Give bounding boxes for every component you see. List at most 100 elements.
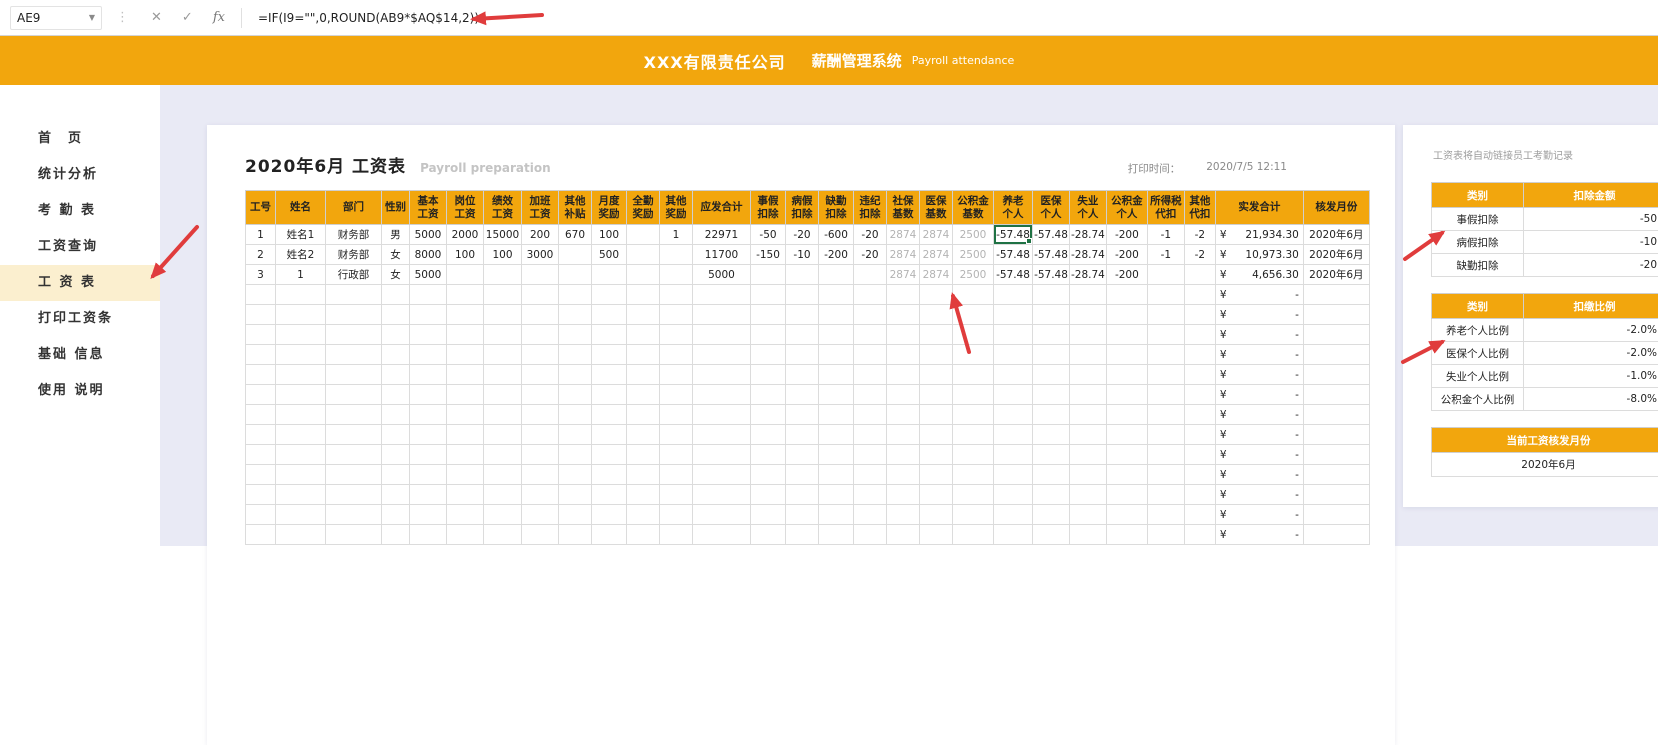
table-cell[interactable] bbox=[854, 365, 887, 385]
table-cell[interactable] bbox=[522, 265, 559, 285]
table-cell[interactable] bbox=[819, 265, 854, 285]
table-cell[interactable] bbox=[854, 265, 887, 285]
table-cell[interactable] bbox=[751, 325, 786, 345]
table-cell[interactable] bbox=[410, 445, 447, 465]
table-cell[interactable] bbox=[920, 305, 953, 325]
table-cell[interactable] bbox=[1184, 505, 1215, 525]
table-cell[interactable] bbox=[1106, 445, 1147, 465]
table-cell[interactable] bbox=[660, 525, 693, 545]
table-cell[interactable] bbox=[1184, 445, 1215, 465]
table-cell[interactable] bbox=[627, 265, 660, 285]
table-cell[interactable] bbox=[660, 405, 693, 425]
table-cell[interactable] bbox=[559, 465, 592, 485]
table-cell[interactable] bbox=[1070, 485, 1107, 505]
table-cell[interactable]: -150 bbox=[751, 245, 786, 265]
table-cell[interactable] bbox=[592, 265, 627, 285]
sidebar-item[interactable]: 打印工资条 bbox=[0, 301, 160, 337]
table-cell[interactable]: -20 bbox=[786, 225, 819, 245]
table-cell[interactable] bbox=[819, 325, 854, 345]
table-cell[interactable]: 3000 bbox=[522, 245, 559, 265]
table-cell[interactable]: -20 bbox=[854, 225, 887, 245]
table-cell[interactable] bbox=[854, 325, 887, 345]
table-cell[interactable] bbox=[887, 345, 920, 365]
table-cell[interactable] bbox=[1303, 365, 1369, 385]
table-cell[interactable] bbox=[559, 285, 592, 305]
table-cell[interactable] bbox=[1070, 405, 1107, 425]
table-cell[interactable] bbox=[627, 385, 660, 405]
table-cell[interactable]: -200 bbox=[819, 245, 854, 265]
table-cell[interactable] bbox=[447, 505, 484, 525]
table-cell[interactable] bbox=[484, 485, 522, 505]
table-cell[interactable] bbox=[627, 325, 660, 345]
table-cell[interactable] bbox=[592, 345, 627, 365]
table-cell[interactable] bbox=[1070, 505, 1107, 525]
table-cell[interactable] bbox=[382, 385, 410, 405]
table-cell[interactable] bbox=[326, 425, 382, 445]
table-cell[interactable] bbox=[246, 285, 276, 305]
table-cell[interactable] bbox=[1106, 465, 1147, 485]
table-cell[interactable] bbox=[920, 385, 953, 405]
table-cell[interactable] bbox=[276, 325, 326, 345]
table-cell[interactable]: -1 bbox=[1147, 225, 1184, 245]
table-cell[interactable] bbox=[1033, 325, 1070, 345]
table-cell[interactable] bbox=[410, 465, 447, 485]
sidebar-item[interactable]: 工 资 表 bbox=[0, 265, 160, 301]
sidebar-item[interactable]: 使用 说明 bbox=[0, 373, 160, 409]
table-cell[interactable]: 2 bbox=[246, 245, 276, 265]
table-cell[interactable] bbox=[854, 465, 887, 485]
table-cell[interactable] bbox=[484, 405, 522, 425]
table-cell[interactable] bbox=[786, 425, 819, 445]
table-cell[interactable]: 2874 bbox=[887, 225, 920, 245]
table-cell[interactable] bbox=[994, 525, 1033, 545]
table-cell[interactable] bbox=[751, 465, 786, 485]
table-cell[interactable]: ¥- bbox=[1215, 465, 1303, 485]
table-cell[interactable]: -28.74 bbox=[1070, 265, 1107, 285]
table-cell[interactable] bbox=[592, 365, 627, 385]
table-cell[interactable] bbox=[246, 465, 276, 485]
table-cell[interactable] bbox=[627, 225, 660, 245]
table-cell[interactable] bbox=[1303, 285, 1369, 305]
table-cell[interactable] bbox=[786, 365, 819, 385]
table-cell[interactable] bbox=[751, 425, 786, 445]
table-cell[interactable] bbox=[522, 305, 559, 325]
table-cell[interactable] bbox=[1147, 305, 1184, 325]
table-cell[interactable] bbox=[920, 425, 953, 445]
table-cell[interactable]: -1.0% bbox=[1524, 365, 1658, 388]
table-cell[interactable]: -57.48 bbox=[1033, 265, 1070, 285]
table-cell[interactable] bbox=[819, 305, 854, 325]
table-cell[interactable]: -57.48 bbox=[1033, 245, 1070, 265]
table-cell[interactable] bbox=[1070, 425, 1107, 445]
cancel-icon[interactable]: ✕ bbox=[151, 10, 162, 25]
table-cell[interactable] bbox=[326, 505, 382, 525]
table-cell[interactable] bbox=[994, 505, 1033, 525]
table-cell[interactable] bbox=[592, 445, 627, 465]
table-cell[interactable] bbox=[1106, 485, 1147, 505]
table-cell[interactable] bbox=[854, 345, 887, 365]
table-cell[interactable] bbox=[887, 505, 920, 525]
table-cell[interactable] bbox=[819, 345, 854, 365]
table-cell[interactable] bbox=[920, 365, 953, 385]
table-cell[interactable] bbox=[693, 345, 751, 365]
table-cell[interactable] bbox=[627, 525, 660, 545]
table-cell[interactable]: 姓名1 bbox=[276, 225, 326, 245]
table-cell[interactable]: -2.0% bbox=[1524, 342, 1658, 365]
table-cell[interactable] bbox=[1033, 405, 1070, 425]
table-cell[interactable] bbox=[751, 265, 786, 285]
table-cell[interactable]: ¥- bbox=[1215, 505, 1303, 525]
table-cell[interactable] bbox=[326, 485, 382, 505]
table-cell[interactable] bbox=[382, 465, 410, 485]
table-cell[interactable]: 2500 bbox=[953, 265, 994, 285]
table-cell[interactable] bbox=[953, 445, 994, 465]
table-cell[interactable] bbox=[1184, 305, 1215, 325]
table-cell[interactable] bbox=[953, 505, 994, 525]
table-cell[interactable] bbox=[953, 425, 994, 445]
table-cell[interactable]: 5000 bbox=[410, 265, 447, 285]
table-cell[interactable] bbox=[953, 285, 994, 305]
table-cell[interactable]: 事假扣除 bbox=[1432, 208, 1524, 231]
table-cell[interactable] bbox=[751, 485, 786, 505]
table-cell[interactable]: 2500 bbox=[953, 245, 994, 265]
table-cell[interactable] bbox=[1070, 325, 1107, 345]
table-cell[interactable] bbox=[994, 445, 1033, 465]
table-cell[interactable] bbox=[246, 445, 276, 465]
table-cell[interactable] bbox=[786, 525, 819, 545]
